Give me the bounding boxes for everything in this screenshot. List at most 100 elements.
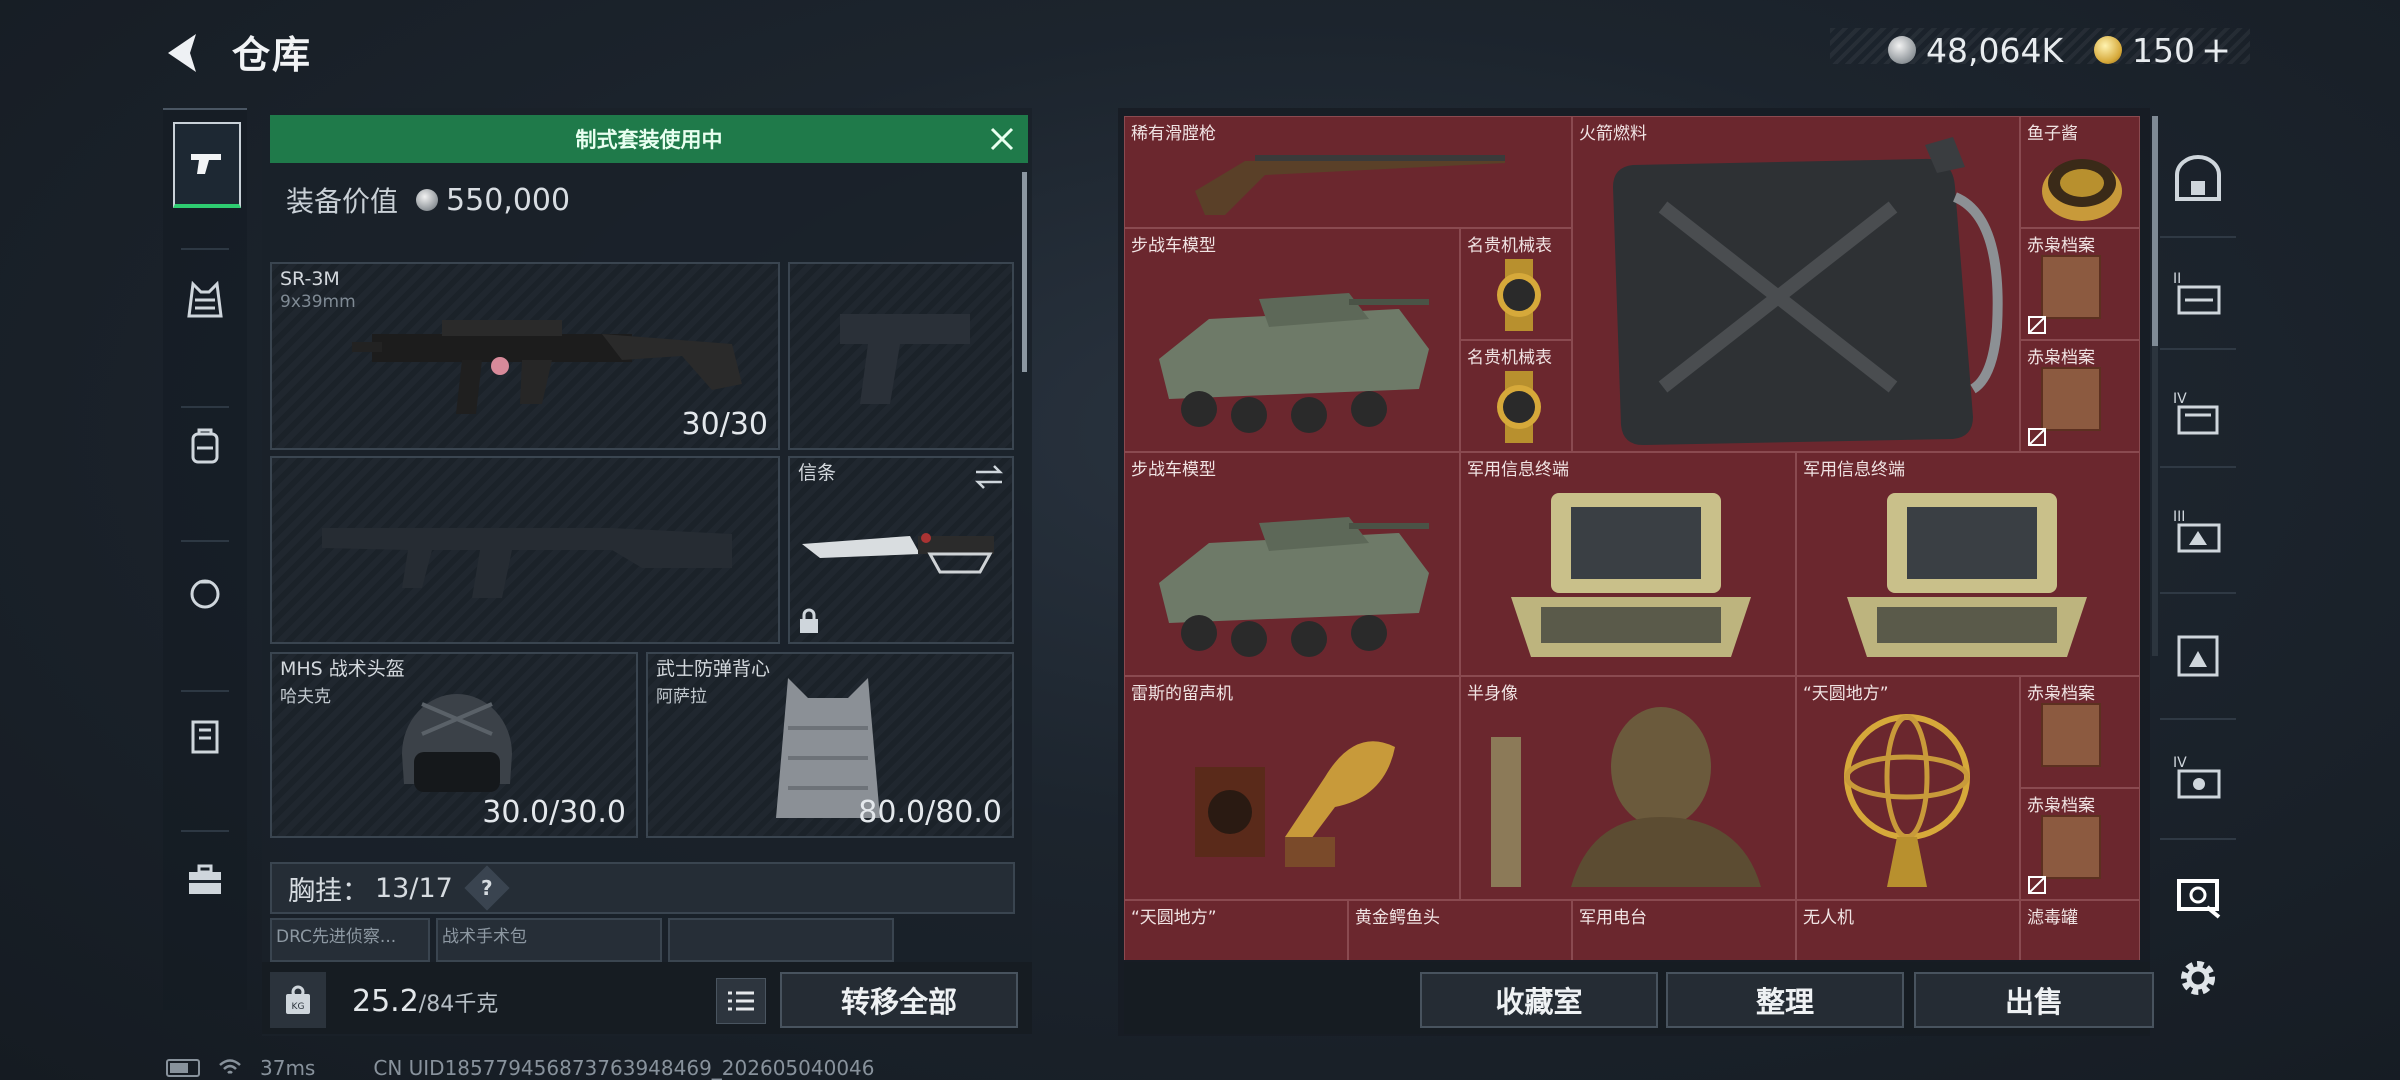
stash-item[interactable]: 赤枭档案: [2020, 228, 2140, 340]
stash-item[interactable]: 雷斯的留声机: [1124, 676, 1460, 900]
category-sidebar: [163, 108, 247, 1010]
helmet-name: MHS 战术头盔: [280, 658, 405, 680]
watch-image: [1497, 371, 1541, 443]
stash-page-3-tab[interactable]: IV: [2168, 382, 2228, 442]
stash-item[interactable]: 火箭燃料: [1572, 116, 2020, 452]
page-title: 仓库: [232, 33, 313, 77]
sort-button[interactable]: 整理: [1666, 972, 1904, 1028]
stash-tier-2-icon: II: [2173, 271, 2221, 315]
gold-currency[interactable]: 150 +: [2094, 24, 2231, 76]
pouch-icon: [190, 579, 220, 609]
stash-item[interactable]: 无人机: [1796, 900, 2020, 960]
collection-room-button[interactable]: 收藏室: [1420, 972, 1658, 1028]
stash-item[interactable]: 步战车模型: [1124, 228, 1460, 452]
rig-item-slot[interactable]: 战术手术包: [436, 918, 662, 962]
silver-currency: 48,064K: [1888, 24, 2063, 76]
gold-coin-icon: [2094, 36, 2122, 64]
list-view-button[interactable]: [716, 978, 766, 1024]
settings-button[interactable]: [2168, 948, 2228, 1008]
stash-add-page-tab[interactable]: [2168, 864, 2228, 924]
stash-page-4-tab[interactable]: III: [2168, 500, 2228, 560]
stash-item[interactable]: 军用信息终端: [1796, 452, 2140, 676]
silver-coin-icon: [1888, 36, 1916, 64]
stash-item[interactable]: “天圆地方”: [1124, 900, 1348, 960]
category-toolbox[interactable]: [173, 840, 237, 920]
category-vest[interactable]: [173, 260, 237, 340]
user-uid: CN UID185779456873763948469_202605040046: [373, 1056, 875, 1080]
stash-item[interactable]: 赤枭档案: [2020, 788, 2140, 900]
item-name: “天圆地方”: [1131, 908, 1217, 928]
stash-item[interactable]: 军用信息终端: [1460, 452, 1796, 676]
stash-item[interactable]: 军用电台: [1572, 900, 1796, 960]
fuel-can-image: [1613, 137, 2003, 445]
rig-item-slot[interactable]: [668, 918, 894, 962]
armor-slot[interactable]: 武士防弹背心 阿萨拉 80.0/80.0: [646, 652, 1014, 838]
stash-page-6-tab[interactable]: IV: [2168, 746, 2228, 806]
no-loot-icon: [2028, 316, 2046, 334]
item-name: 步战车模型: [1131, 460, 1216, 480]
transfer-all-button[interactable]: 转移全部: [780, 972, 1018, 1028]
preset-banner: 制式套装使用中: [270, 115, 1028, 163]
add-currency-icon[interactable]: +: [2201, 30, 2231, 71]
backpack-icon: [191, 428, 219, 464]
stash-overview-tab[interactable]: [2168, 150, 2228, 210]
silver-amount: 48,064K: [1926, 30, 2064, 70]
svg-text:III: III: [2173, 509, 2185, 525]
chest-rig-label: 胸挂：: [288, 875, 369, 907]
helmet-brand: 哈夫克: [280, 687, 331, 707]
svg-text:II: II: [2173, 271, 2181, 287]
sell-button[interactable]: 出售: [1914, 972, 2154, 1028]
category-pouch[interactable]: [173, 552, 237, 632]
carry-weight: 25.2/84千克: [352, 984, 498, 1019]
stash-scrollbar-thumb[interactable]: [2152, 116, 2158, 346]
armor-durability: 80.0/80.0: [858, 795, 1002, 830]
stash-item[interactable]: 赤枭档案: [2020, 676, 2140, 788]
chest-rig-row[interactable]: 胸挂： 13/17 ?: [270, 862, 1015, 914]
swap-icon[interactable]: [974, 464, 1004, 490]
item-name: 赤枭档案: [2027, 796, 2095, 816]
knife-image: [802, 533, 994, 574]
pistol-slot[interactable]: [788, 262, 1014, 450]
armillary-sphere-image: [1844, 714, 1970, 887]
svg-text:IV: IV: [2173, 391, 2187, 407]
vest-icon: [187, 280, 223, 318]
stash-item[interactable]: “天圆地方”: [1796, 676, 2020, 900]
stash-item[interactable]: 名贵机械表: [1460, 228, 1572, 340]
pistol-icon: [191, 154, 221, 174]
melee-slot[interactable]: 信条: [788, 456, 1014, 644]
caviar-tin-image: [2042, 159, 2122, 221]
stash-page-5-tab[interactable]: [2168, 626, 2228, 686]
close-icon[interactable]: [984, 121, 1020, 157]
stash-item[interactable]: 名贵机械表: [1460, 340, 1572, 452]
helmet-slot[interactable]: MHS 战术头盔 哈夫克 30.0/30.0: [270, 652, 638, 838]
gold-amount: 150: [2132, 30, 2195, 70]
secondary-weapon-slot[interactable]: [270, 456, 780, 644]
stash-item[interactable]: 黄金鳄鱼头: [1348, 900, 1572, 960]
stash-item[interactable]: 鱼子酱: [2020, 116, 2140, 228]
equipment-value-label: 装备价值: [286, 185, 399, 218]
loadout-scrollbar[interactable]: [1022, 172, 1027, 372]
chest-rig-capacity: 13/17: [375, 872, 453, 904]
ping: 37ms: [260, 1056, 316, 1080]
preset-banner-text: 制式套装使用中: [575, 128, 723, 152]
stash-item[interactable]: 步战车模型: [1124, 452, 1460, 676]
item-name: 军用信息终端: [1803, 460, 1905, 480]
rig-item-slot[interactable]: DRC先进侦察...: [270, 918, 430, 962]
stash-item[interactable]: 滤毒罐: [2020, 900, 2140, 960]
stash-item[interactable]: 半身像: [1460, 676, 1796, 900]
category-case[interactable]: [173, 696, 237, 776]
back-arrow-icon[interactable]: [160, 28, 210, 78]
stash-tier-warning-icon: [2177, 635, 2219, 677]
help-icon[interactable]: ?: [464, 865, 510, 911]
stash-item[interactable]: 赤枭档案: [2020, 340, 2140, 452]
svg-text:KG: KG: [292, 1002, 305, 1012]
item-name: 军用电台: [1579, 908, 1647, 928]
weapon-ammo: 30/30: [681, 407, 768, 442]
category-weapons[interactable]: [173, 122, 241, 208]
stash-page-2-tab[interactable]: II: [2168, 262, 2228, 322]
stash-item[interactable]: 稀有滑膛枪: [1124, 116, 1572, 228]
stash-tier-3-icon: III: [2173, 509, 2221, 553]
category-backpack[interactable]: [173, 406, 237, 486]
primary-weapon-slot[interactable]: SR-3M 9x39mm 30/30: [270, 262, 780, 450]
item-name: 黄金鳄鱼头: [1355, 908, 1440, 928]
